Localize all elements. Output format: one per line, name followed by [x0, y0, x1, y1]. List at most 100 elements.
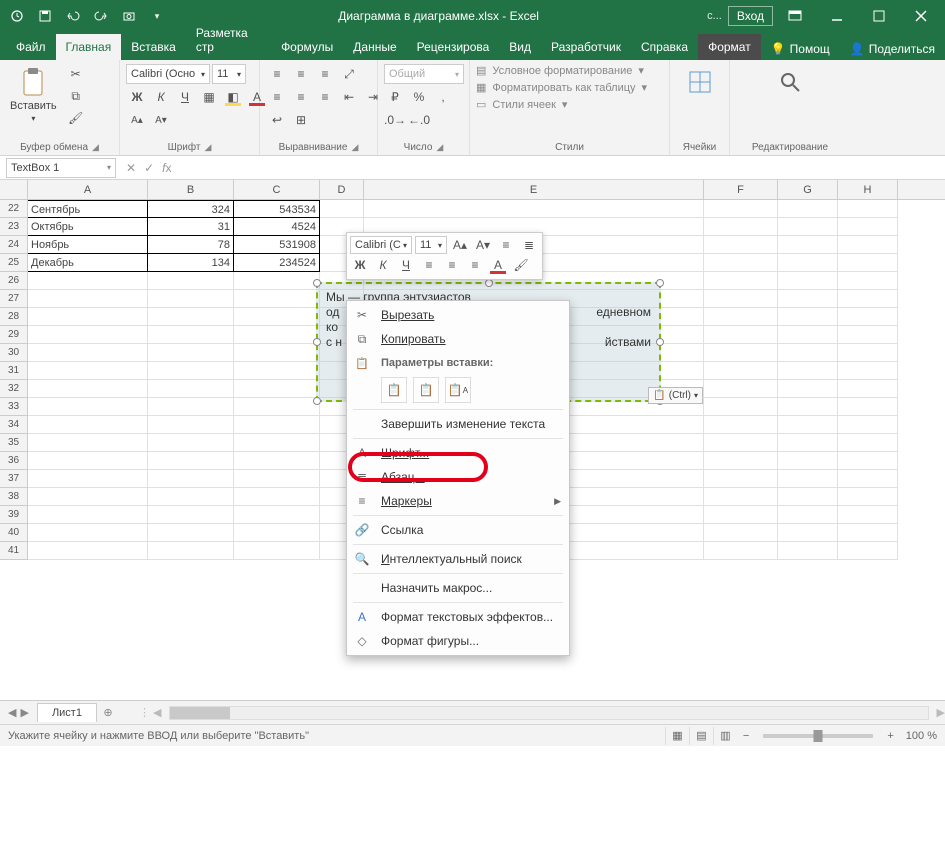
cell[interactable] [838, 254, 898, 272]
cell[interactable] [704, 380, 778, 398]
cell[interactable] [838, 308, 898, 326]
tab-page-layout[interactable]: Разметка стр [186, 20, 271, 60]
cell[interactable] [234, 470, 320, 488]
decrease-indent-button[interactable]: ⇤ [338, 87, 360, 107]
cell[interactable] [704, 416, 778, 434]
row-header[interactable]: 32 [0, 380, 28, 398]
zoom-out-button[interactable]: − [737, 730, 755, 742]
cell[interactable] [778, 290, 838, 308]
menu-font[interactable]: AШрифт... [347, 441, 569, 465]
underline-button[interactable]: Ч [174, 87, 196, 107]
increase-decimal-button[interactable]: .0→ [384, 110, 406, 130]
cell[interactable] [704, 452, 778, 470]
paste-merge[interactable]: 📋 [413, 377, 439, 403]
cell[interactable] [148, 398, 234, 416]
cell[interactable] [778, 398, 838, 416]
number-format-combo[interactable]: Общий▾ [384, 64, 464, 84]
align-middle-button[interactable]: ≡ [290, 64, 312, 84]
cell[interactable] [148, 326, 234, 344]
format-as-table-button[interactable]: ▦Форматировать как таблицу ▾ [476, 81, 647, 94]
tell-me[interactable]: 💡Помощ [761, 38, 840, 60]
col-header-B[interactable]: B [148, 180, 234, 199]
align-left-button[interactable]: ≡ [266, 87, 288, 107]
italic-button[interactable]: К [150, 87, 172, 107]
paste-options-popup[interactable]: 📋(Ctrl)▾ [648, 387, 703, 404]
minimize-button[interactable] [817, 2, 857, 30]
mini-grow-font[interactable]: A▴ [450, 236, 470, 254]
menu-assign-macro[interactable]: Назначить макрос... [347, 576, 569, 600]
cell[interactable] [778, 434, 838, 452]
cell[interactable]: 31 [148, 218, 234, 236]
cell[interactable] [234, 326, 320, 344]
cell[interactable] [778, 416, 838, 434]
view-normal-button[interactable]: ▦ [665, 727, 689, 745]
font-color-button[interactable]: A [246, 87, 268, 107]
cell[interactable] [778, 236, 838, 254]
mini-bold[interactable]: Ж [350, 256, 370, 274]
qat-dropdown-icon[interactable]: ▾ [144, 4, 170, 28]
menu-smart-lookup[interactable]: 🔍Интеллектуальный поиск [347, 547, 569, 571]
cell[interactable] [148, 308, 234, 326]
cell[interactable] [234, 362, 320, 380]
cell[interactable] [28, 326, 148, 344]
cell[interactable] [838, 488, 898, 506]
cell[interactable] [234, 488, 320, 506]
autosave-icon[interactable] [4, 4, 30, 28]
cell[interactable] [364, 200, 704, 218]
cell[interactable] [704, 236, 778, 254]
cell[interactable] [838, 200, 898, 218]
cell[interactable] [778, 524, 838, 542]
editing-button[interactable] [770, 64, 810, 100]
clipboard-dialog-launcher[interactable]: ◢ [92, 142, 99, 153]
cell[interactable]: 234524 [234, 254, 320, 272]
cell[interactable] [28, 488, 148, 506]
row-header[interactable]: 23 [0, 218, 28, 236]
cell[interactable] [838, 290, 898, 308]
row-header[interactable]: 36 [0, 452, 28, 470]
cell[interactable] [148, 506, 234, 524]
orientation-button[interactable]: ⤢ [338, 64, 360, 84]
signin-button[interactable]: Вход [728, 6, 773, 26]
row-header[interactable]: 39 [0, 506, 28, 524]
col-header-E[interactable]: E [364, 180, 704, 199]
cell[interactable] [148, 362, 234, 380]
menu-bullets[interactable]: ≡Маркеры▶ [347, 489, 569, 513]
cell[interactable] [838, 452, 898, 470]
cell[interactable] [28, 452, 148, 470]
cell[interactable] [148, 524, 234, 542]
row-header[interactable]: 24 [0, 236, 28, 254]
cut-icon[interactable]: ✂ [65, 64, 87, 84]
alignment-dialog-launcher[interactable]: ◢ [351, 142, 358, 153]
row-header[interactable]: 28 [0, 308, 28, 326]
row-header[interactable]: 40 [0, 524, 28, 542]
camera-icon[interactable] [116, 4, 142, 28]
cell[interactable] [838, 218, 898, 236]
cell[interactable] [234, 308, 320, 326]
cell[interactable] [838, 326, 898, 344]
cell[interactable]: 531908 [234, 236, 320, 254]
cell[interactable] [28, 308, 148, 326]
cell[interactable] [148, 452, 234, 470]
cell[interactable] [704, 308, 778, 326]
tab-formulas[interactable]: Формулы [271, 34, 343, 60]
cell[interactable] [704, 398, 778, 416]
cell[interactable] [778, 200, 838, 218]
cell[interactable] [148, 542, 234, 560]
cell[interactable] [704, 344, 778, 362]
row-header[interactable]: 25 [0, 254, 28, 272]
cell[interactable] [838, 542, 898, 560]
align-right-button[interactable]: ≡ [314, 87, 336, 107]
mini-numbering[interactable]: ≣ [519, 236, 539, 254]
formula-input[interactable] [181, 158, 945, 178]
tab-file[interactable]: Файл [6, 34, 56, 60]
menu-paragraph[interactable]: ≣Абзац... [347, 465, 569, 489]
cell[interactable] [148, 344, 234, 362]
cell[interactable] [778, 326, 838, 344]
zoom-in-button[interactable]: + [881, 730, 899, 742]
cell[interactable]: 78 [148, 236, 234, 254]
cell[interactable] [234, 434, 320, 452]
cell[interactable] [704, 506, 778, 524]
cell[interactable] [778, 542, 838, 560]
mini-shrink-font[interactable]: A▾ [473, 236, 493, 254]
cell[interactable] [28, 434, 148, 452]
